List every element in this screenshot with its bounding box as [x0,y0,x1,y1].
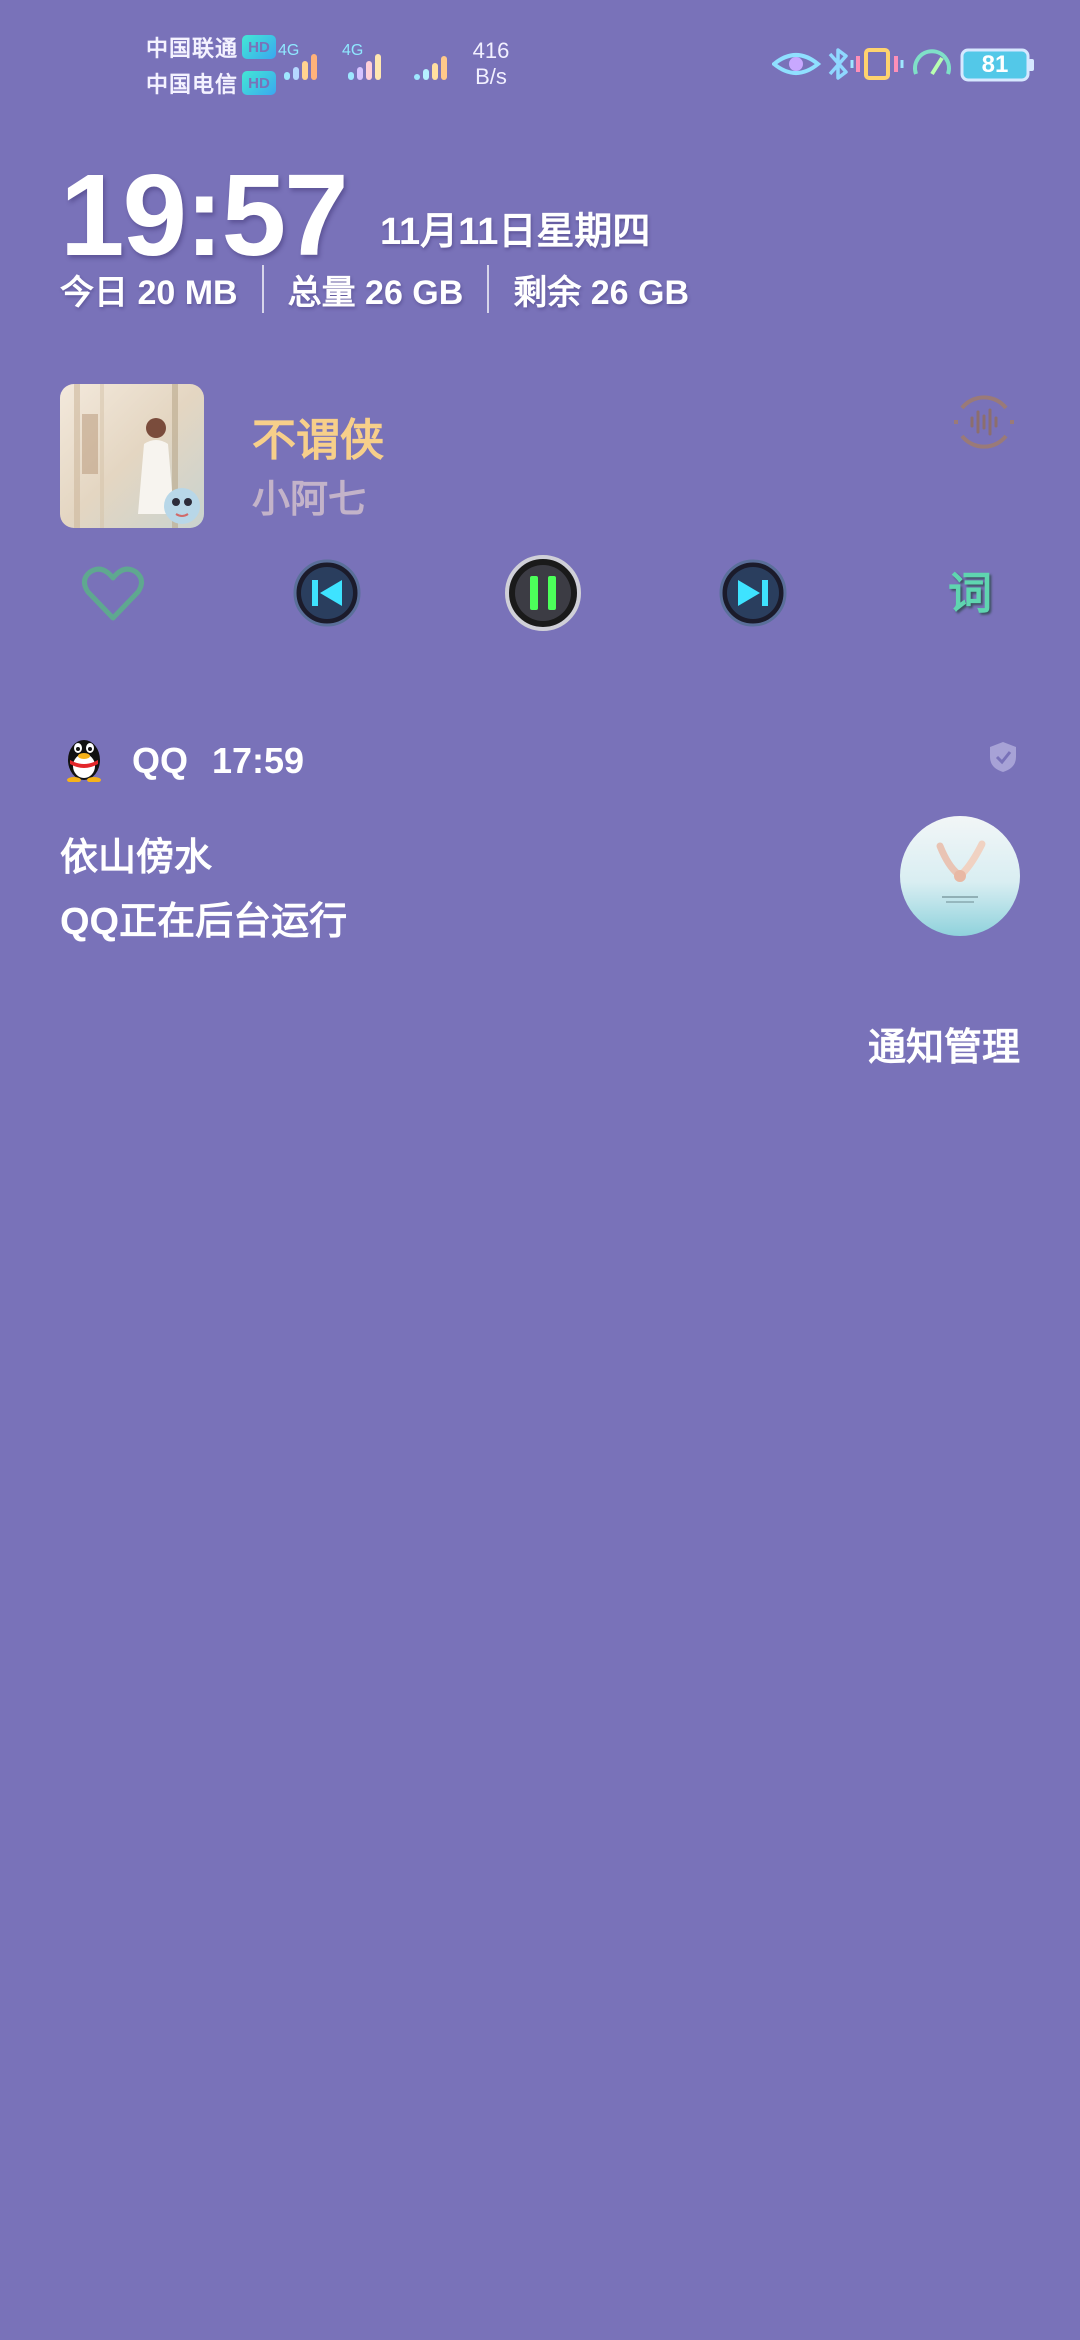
shield-check-icon[interactable] [988,740,1018,774]
carrier-name: 中国电信 [146,72,239,97]
speedometer-icon [913,49,951,76]
qq-penguin-icon [62,734,106,783]
network-speed-unit: B/s [475,64,507,89]
notification-body[interactable]: QQ正在后台运行 [60,890,347,945]
song-title[interactable]: 不谓侠 [252,404,384,468]
notification-time: 17:59 [212,740,305,781]
notification-manage-button[interactable]: 通知管理 [868,1016,1020,1071]
skip-previous-icon [293,559,361,627]
vibrate-icon [850,48,904,80]
song-artist[interactable]: 小阿七 [252,468,366,523]
data-usage-remaining: 剩余 26 GB [513,273,690,312]
carrier-row-1: 中国联通 HD [146,30,277,64]
notification-avatar [900,816,1020,936]
network-speed: 416 B/s [456,38,526,90]
status-icons: 81 [770,44,1036,84]
signal-bars-icon [348,50,381,80]
divider [487,265,490,313]
clock-date[interactable]: 11月11日星期四 [380,200,650,255]
signal-bars-icon [284,50,317,80]
previous-track-button[interactable] [292,558,362,628]
lyrics-button[interactable]: 词 [940,564,1000,624]
data-usage-total: 总量 26 GB [287,273,464,312]
signal-bars-icon [414,50,447,80]
network-speed-value: 416 [472,38,510,63]
battery-level: 81 [981,51,1009,78]
carrier-row-2: 中国电信 HD [146,66,277,100]
carrier-name: 中国联通 [146,36,239,61]
hd-badge: HD [242,35,277,59]
eye-icon [770,53,822,75]
bluetooth-icon [828,48,848,80]
next-track-button[interactable] [718,558,788,628]
favorite-heart-icon[interactable] [78,558,148,628]
divider [261,265,264,313]
data-usage-today: 今日 20 MB [60,273,238,312]
carrier-info: 中国联通 HD 中国电信 HD 4G 4G [146,30,476,104]
pause-icon [505,555,581,631]
skip-next-icon [719,559,787,627]
data-usage: 今日 20 MB 总量 26 GB 剩余 26 GB [60,264,689,314]
album-art[interactable] [60,384,204,528]
sound-wave-icon[interactable] [950,388,1018,456]
hd-badge: HD [242,71,277,95]
notification-title[interactable]: 依山傍水 [60,826,212,881]
clock-time[interactable]: 19:57 [60,150,349,280]
notification-app-name: QQ [132,740,189,781]
pause-button[interactable] [504,554,582,632]
